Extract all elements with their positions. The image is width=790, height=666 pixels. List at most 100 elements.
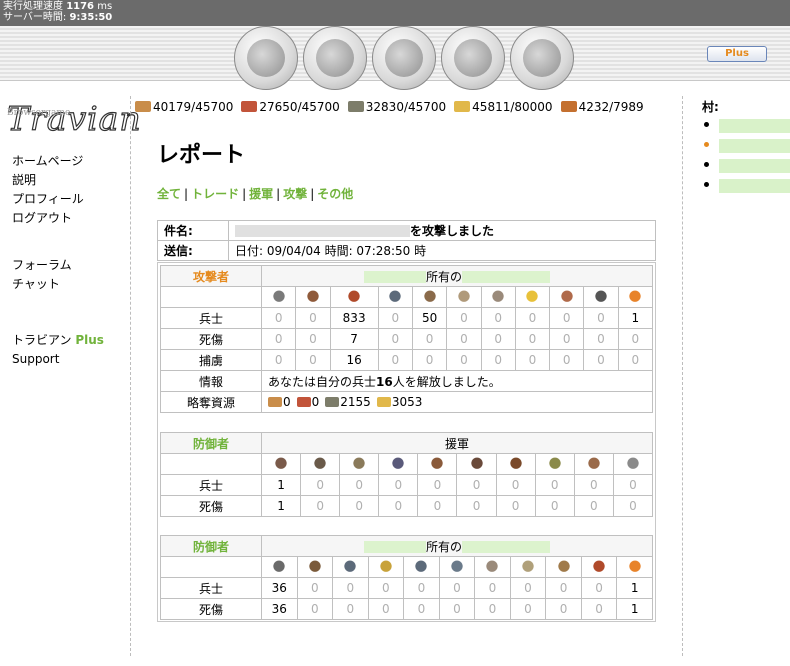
village-item[interactable]: [702, 137, 790, 157]
unit-cell: [617, 286, 654, 308]
report-header: 件名: を攻撃しました 送信: 日付: 09/04/04 時間: 07:28:5…: [157, 220, 656, 261]
troop-count: 0: [403, 598, 440, 620]
plus-button[interactable]: Plus: [707, 46, 767, 62]
role-label: 防御者: [160, 535, 262, 557]
filter-separator: |: [310, 187, 315, 201]
unit-2-icon[interactable]: [304, 289, 321, 305]
unit-icons-row: [160, 286, 654, 308]
troop-count: 0: [480, 307, 516, 329]
troop-count: 0: [378, 474, 419, 496]
nav-manual-link[interactable]: 説明: [12, 171, 104, 190]
unit-cell: [411, 286, 448, 308]
unit-3-icon[interactable]: [342, 559, 359, 575]
troop-count: 0: [446, 349, 482, 371]
filter-link[interactable]: 全て: [157, 187, 181, 201]
map-icon[interactable]: [372, 26, 436, 90]
village-item[interactable]: [702, 157, 790, 177]
unit-5-icon[interactable]: [421, 289, 438, 305]
attacker-table: 攻撃者 所有の 兵士 0 0 833 0 50 0 0 0 0 0 1 死傷 0 0 7 0 0 0 0 0 0 0 0 捕虜 0 0 1…: [160, 265, 654, 413]
unit-4-icon[interactable]: [377, 559, 394, 575]
unit-cell: [573, 453, 614, 475]
row-label: 死傷: [160, 598, 262, 620]
unit-9-icon[interactable]: [585, 456, 602, 472]
role-label: 攻撃者: [160, 265, 262, 287]
unit-5-icon[interactable]: [413, 559, 430, 575]
unit-8-icon[interactable]: [519, 559, 536, 575]
unit-1-icon[interactable]: [271, 559, 288, 575]
unit-8-icon[interactable]: [524, 289, 541, 305]
troop-count: 0: [300, 495, 341, 517]
unit-10-icon[interactable]: [592, 289, 609, 305]
village-item[interactable]: [702, 177, 790, 197]
unit-9-icon[interactable]: [555, 559, 572, 575]
village-center-icon[interactable]: [303, 26, 367, 90]
unit-6-icon[interactable]: [448, 559, 465, 575]
filter-link[interactable]: トレード: [191, 187, 239, 201]
unit-2-icon[interactable]: [306, 559, 323, 575]
clay-icon: [241, 101, 258, 112]
unit-cell: [514, 286, 551, 308]
nav-chat-link[interactable]: チャット: [12, 275, 104, 294]
troop-count: 0: [339, 474, 380, 496]
unit-8-icon[interactable]: [546, 456, 563, 472]
troop-count: 0: [612, 495, 654, 517]
nav-profile-link[interactable]: プロフィール: [12, 190, 104, 209]
unit-3-icon[interactable]: [346, 289, 363, 305]
nav-logout-link[interactable]: ログアウト: [12, 209, 104, 228]
redacted-village-name: [719, 119, 790, 133]
unit-10-icon[interactable]: [591, 559, 608, 575]
wood-icon: [135, 101, 151, 112]
unit-3-icon[interactable]: [351, 456, 368, 472]
unit-2-icon[interactable]: [312, 456, 329, 472]
unit-11-icon[interactable]: [627, 289, 644, 305]
unit-4-icon[interactable]: [387, 289, 404, 305]
troop-count: 0: [612, 474, 654, 496]
nav-plus-link[interactable]: トラビアン Plus: [12, 331, 104, 350]
troop-count: 0: [296, 577, 334, 599]
unit-7-icon[interactable]: [507, 456, 524, 472]
village-list: 村:: [702, 98, 790, 197]
loot-label: 略奪資源: [160, 391, 262, 413]
village-overview-icon[interactable]: [234, 26, 298, 90]
reports-icon[interactable]: [510, 26, 574, 90]
unit-1-icon[interactable]: [270, 289, 287, 305]
nav-home-link[interactable]: ホームページ: [12, 152, 104, 171]
troop-count: 0: [580, 598, 618, 620]
filter-link[interactable]: 攻撃: [283, 187, 307, 201]
troop-count: 0: [260, 349, 297, 371]
troop-count: 0: [456, 474, 497, 496]
nav-support-link[interactable]: Support: [12, 350, 104, 369]
troop-count: 0: [474, 577, 511, 599]
troop-count: 0: [474, 598, 511, 620]
content-divider-left: [130, 96, 131, 656]
unit-5-icon[interactable]: [429, 456, 446, 472]
unit-4-icon[interactable]: [390, 456, 407, 472]
unit-cell: [583, 286, 619, 308]
loot-values: 0 0 2155 3053: [261, 391, 653, 413]
unit-10-icon[interactable]: [624, 456, 641, 472]
travian-logo[interactable]: Browsergame Travian: [6, 98, 141, 140]
unit-6-icon[interactable]: [455, 289, 472, 305]
statistics-icon[interactable]: [441, 26, 505, 90]
unit-9-icon[interactable]: [558, 289, 575, 305]
filter-link[interactable]: その他: [317, 187, 353, 201]
unit-6-icon[interactable]: [468, 456, 485, 472]
unit-7-icon[interactable]: [484, 559, 501, 575]
unit-7-icon[interactable]: [490, 289, 507, 305]
troop-row: 死傷 36 0 0 0 0 0 0 0 0 0 1: [160, 598, 653, 620]
unit-cell: [612, 453, 654, 475]
troop-count: 0: [514, 328, 551, 350]
troop-count: 0: [534, 495, 575, 517]
unit-cell: [417, 453, 458, 475]
unit-cell: [367, 556, 405, 578]
troop-count: 0: [549, 349, 585, 371]
nav-forum-link[interactable]: フォーラム: [12, 256, 104, 275]
info-text: あなたは自分の兵士16人を解放しました。: [261, 370, 653, 392]
filter-link[interactable]: 援軍: [249, 187, 273, 201]
troop-count: 1: [260, 495, 302, 517]
row-label: 兵士: [160, 577, 262, 599]
redacted-player-name: [363, 540, 426, 553]
village-item[interactable]: [702, 117, 790, 137]
unit-1-icon[interactable]: [273, 456, 290, 472]
unit-11-icon[interactable]: [626, 559, 643, 575]
